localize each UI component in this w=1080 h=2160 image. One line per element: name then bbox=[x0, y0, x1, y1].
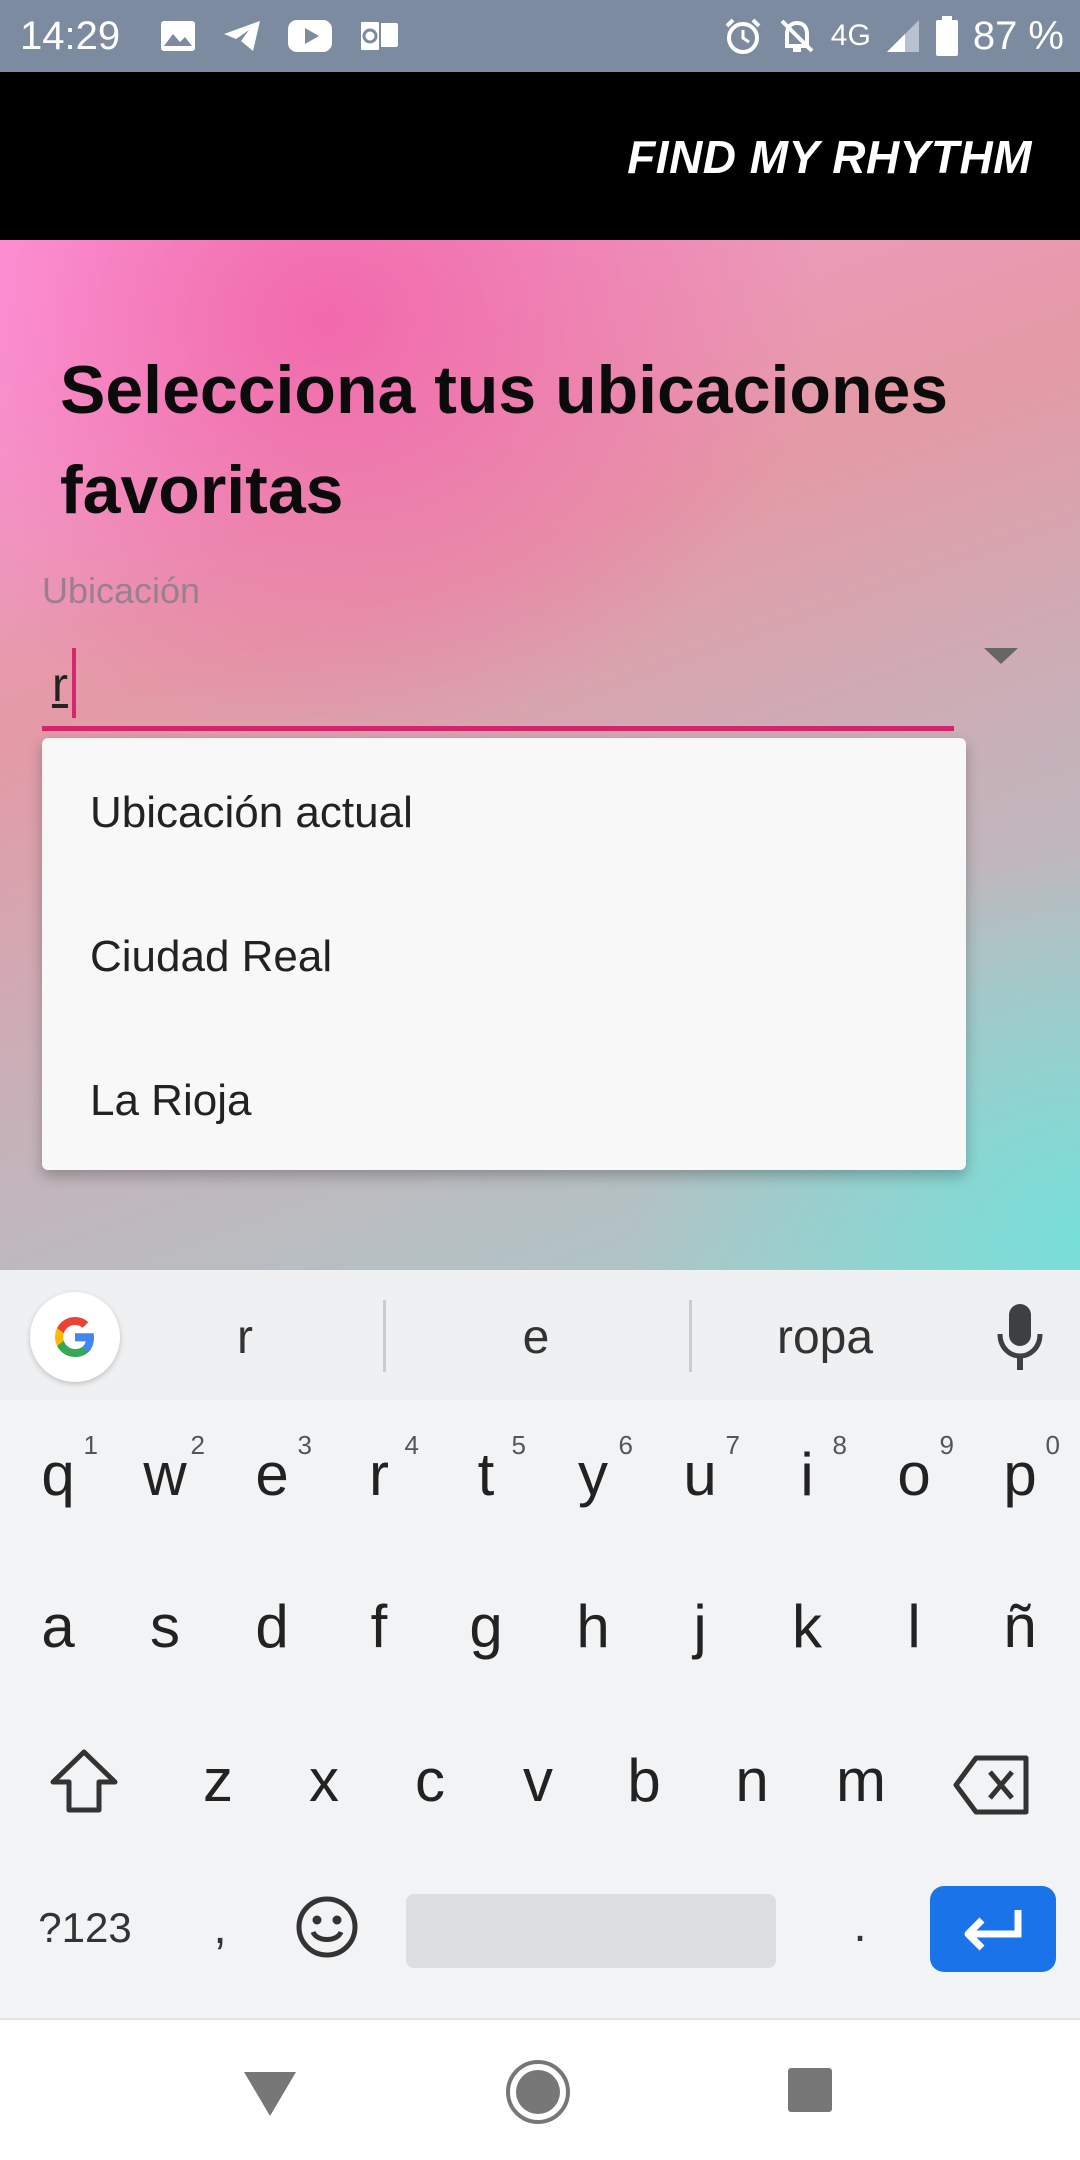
page-title: Selecciona tus ubicaciones favoritas bbox=[60, 352, 949, 528]
key-r[interactable]: r4 bbox=[339, 1430, 419, 1509]
key-p[interactable]: p0 bbox=[980, 1430, 1060, 1509]
key-hint: 6 bbox=[618, 1430, 633, 1460]
enter-icon bbox=[964, 1910, 1022, 1951]
signal-icon bbox=[886, 20, 919, 52]
key-d[interactable]: d bbox=[232, 1592, 312, 1661]
key-u[interactable]: u7 bbox=[660, 1430, 740, 1509]
comma-key[interactable]: , bbox=[200, 1900, 240, 1955]
key-label: t bbox=[477, 1441, 495, 1508]
key-label: q bbox=[41, 1441, 75, 1508]
suggestion-strip: r e ropa bbox=[0, 1270, 1080, 1400]
app-title: FIND MY RHYTHM bbox=[627, 131, 1032, 183]
key-label: y bbox=[578, 1441, 608, 1508]
key-e[interactable]: e3 bbox=[232, 1430, 312, 1509]
notification-icons bbox=[160, 16, 400, 56]
battery-percent: 87 % bbox=[972, 13, 1064, 58]
dropdown-option-la-rioja[interactable]: La Rioja bbox=[42, 1026, 966, 1170]
key-i[interactable]: i8 bbox=[767, 1430, 847, 1509]
key-v[interactable]: v bbox=[498, 1746, 578, 1815]
key-label: p bbox=[1003, 1441, 1037, 1508]
key-t[interactable]: t5 bbox=[446, 1430, 526, 1509]
key-b[interactable]: b bbox=[604, 1746, 684, 1815]
backspace-icon bbox=[953, 1755, 1029, 1815]
status-bar: 14:29 4G 87 % bbox=[0, 0, 1080, 72]
key-k[interactable]: k bbox=[767, 1592, 847, 1661]
enter-key[interactable] bbox=[930, 1886, 1056, 1972]
system-icons: 4G 87 % bbox=[723, 12, 1064, 60]
key-q[interactable]: q1 bbox=[18, 1430, 98, 1509]
location-field-label: Ubicación bbox=[42, 570, 201, 611]
microphone-icon[interactable] bbox=[990, 1298, 1050, 1378]
battery-icon bbox=[935, 16, 958, 56]
space-bar[interactable] bbox=[406, 1894, 776, 1968]
key-j[interactable]: j bbox=[660, 1592, 740, 1661]
key-hint: 7 bbox=[725, 1430, 740, 1460]
suggestion-1[interactable]: r bbox=[95, 1310, 395, 1365]
key-label: o bbox=[897, 1441, 931, 1508]
key-hint: 2 bbox=[190, 1430, 205, 1460]
key-label: e bbox=[255, 1441, 289, 1508]
key-enye[interactable]: ñ bbox=[980, 1592, 1060, 1661]
key-label: i bbox=[800, 1441, 814, 1508]
screen: { "status_bar": { "time": "14:29", "netw… bbox=[0, 0, 1080, 2160]
key-label: w bbox=[143, 1441, 187, 1508]
dropdown-option-label: Ubicación actual bbox=[90, 788, 413, 837]
outlook-icon bbox=[359, 20, 398, 52]
text-cursor bbox=[72, 648, 76, 718]
key-x[interactable]: x bbox=[284, 1746, 364, 1815]
key-o[interactable]: o9 bbox=[874, 1430, 954, 1509]
key-hint: 9 bbox=[939, 1430, 954, 1460]
shift-key[interactable] bbox=[44, 1746, 124, 1820]
status-time: 14:29 bbox=[20, 14, 121, 58]
chevron-down-icon[interactable] bbox=[984, 648, 1018, 664]
emoji-key[interactable] bbox=[292, 1894, 362, 1964]
youtube-icon bbox=[288, 20, 332, 52]
app-bar: FIND MY RHYTHM bbox=[0, 72, 1080, 240]
key-hint: 0 bbox=[1045, 1430, 1060, 1460]
key-f[interactable]: f bbox=[339, 1592, 419, 1661]
suggestion-3[interactable]: ropa bbox=[675, 1310, 975, 1365]
key-hint: 5 bbox=[511, 1430, 526, 1460]
gallery-icon bbox=[161, 21, 195, 51]
key-hint: 3 bbox=[297, 1430, 312, 1460]
key-l[interactable]: l bbox=[874, 1592, 954, 1661]
key-h[interactable]: h bbox=[553, 1592, 633, 1661]
bell-off-icon bbox=[780, 19, 814, 53]
suggestion-2[interactable]: e bbox=[386, 1310, 686, 1365]
navigation-bar bbox=[0, 2018, 1080, 2160]
location-dropdown-menu: Ubicación actual Ciudad Real La Rioja bbox=[42, 738, 966, 1170]
symbols-key[interactable]: ?123 bbox=[30, 1904, 140, 1952]
key-z[interactable]: z bbox=[178, 1746, 258, 1815]
back-icon[interactable] bbox=[242, 2068, 298, 2118]
location-field-underline bbox=[42, 726, 954, 731]
location-input[interactable]: r bbox=[52, 658, 68, 713]
dropdown-option-current-location[interactable]: Ubicación actual bbox=[42, 738, 966, 882]
key-g[interactable]: g bbox=[446, 1592, 526, 1661]
key-hint: 4 bbox=[404, 1430, 419, 1460]
key-label: u bbox=[683, 1441, 717, 1508]
key-s[interactable]: s bbox=[125, 1592, 205, 1661]
telegram-icon bbox=[224, 21, 260, 51]
key-label: r bbox=[369, 1441, 389, 1508]
key-w[interactable]: w2 bbox=[125, 1430, 205, 1509]
key-a[interactable]: a bbox=[18, 1592, 98, 1661]
key-n[interactable]: n bbox=[712, 1746, 792, 1815]
network-type: 4G bbox=[830, 19, 871, 52]
home-icon[interactable] bbox=[504, 2058, 572, 2126]
dropdown-option-ciudad-real[interactable]: Ciudad Real bbox=[42, 882, 966, 1026]
key-hint: 1 bbox=[83, 1430, 98, 1460]
period-key[interactable]: . bbox=[840, 1898, 880, 1953]
key-c[interactable]: c bbox=[390, 1746, 470, 1815]
main-content: Selecciona tus ubicaciones favoritas Ubi… bbox=[0, 240, 1080, 1270]
dropdown-option-label: La Rioja bbox=[90, 1076, 252, 1125]
backspace-key[interactable] bbox=[950, 1754, 1034, 1820]
key-y[interactable]: y6 bbox=[553, 1430, 633, 1509]
shift-icon bbox=[50, 1749, 118, 1813]
key-hint: 8 bbox=[832, 1430, 847, 1460]
dropdown-option-label: Ciudad Real bbox=[90, 932, 333, 981]
emoji-icon bbox=[296, 1896, 358, 1958]
alarm-icon bbox=[725, 18, 761, 54]
recents-icon[interactable] bbox=[786, 2066, 834, 2114]
key-m[interactable]: m bbox=[818, 1746, 904, 1815]
